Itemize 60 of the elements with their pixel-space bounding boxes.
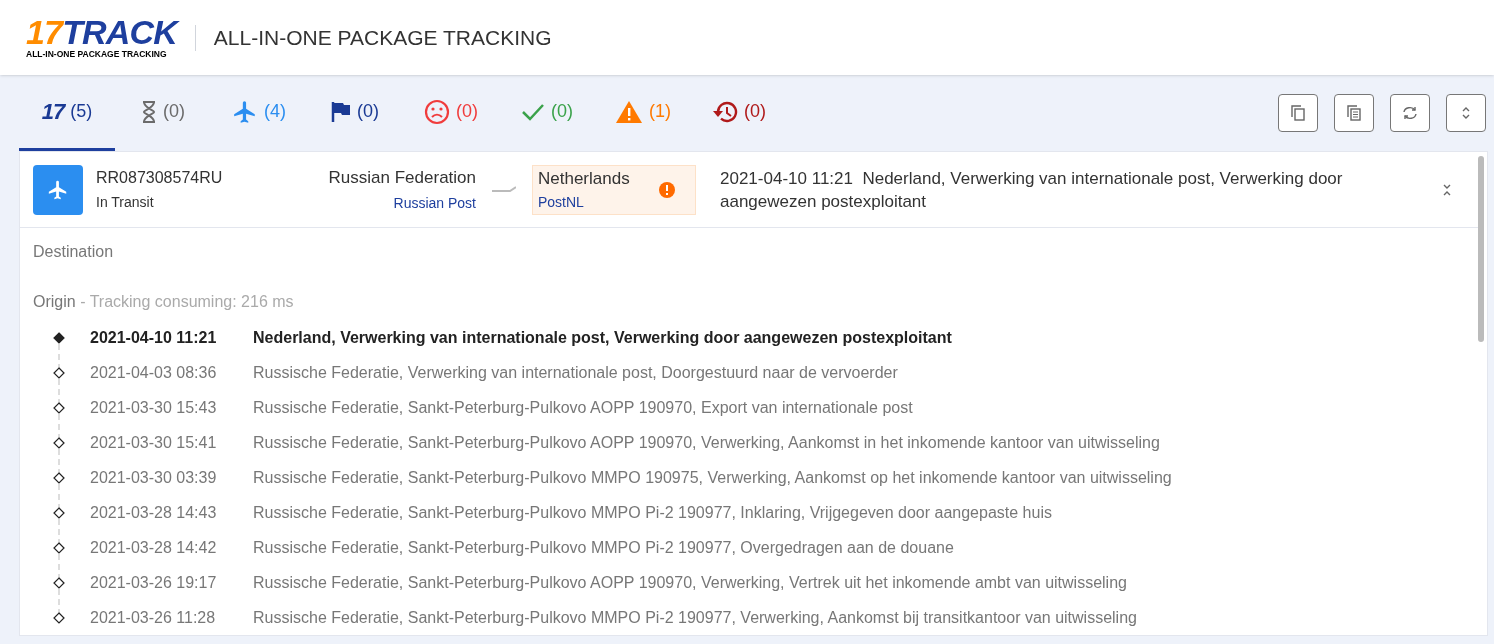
logo-tagline: ALL-IN-ONE PACKAGE TRACKING [26,49,167,59]
copy-list-icon [1347,105,1361,121]
event-time: 2021-03-30 15:43 [90,397,218,418]
tracking-number[interactable]: RR087308574RU [96,166,316,190]
event-description: Russische Federatie, Verwerking van internationale post, Doorgestuurd naar de vervoerder [253,362,898,383]
scrollbar[interactable] [1478,156,1484,342]
tab-count: (1) [649,100,671,123]
tab-count: (0) [551,100,573,123]
event-time: 2021-03-30 15:41 [90,432,218,453]
copy-list-button[interactable] [1334,94,1374,132]
tab-count: (0) [163,100,185,123]
status-text: In Transit [96,193,155,212]
event-description: Russische Federatie, Sankt-Peterburg-Pulkovo AOPP 190970, Verwerking, Vertrek uit het inkomende ambt van uitwisseling [253,572,1127,593]
logo-icon: 17 [41,95,65,128]
event-description: Russische Federatie, Sankt-Peterburg-Pulkovo AOPP 190970, Verwerking, Aankomst in het inkomende kantoor van uitwisseling [253,432,1160,453]
event-time: 2021-03-30 03:39 [90,467,218,488]
latest-event: 2021-04-10 11:21 Nederland, Verwerking van internationale post, Verwerking door aangewezen postexploitant [720,167,1344,213]
flag-icon [331,100,351,123]
copy-icon [1291,105,1305,121]
event-description: Nederland, Verwerking van internationale post, Verwerking door aangewezen postexploitant [253,327,952,348]
tab-count: (0) [456,100,478,123]
filter-tab[interactable]: (0) [115,75,211,151]
page-title: ALL-IN-ONE PACKAGE TRACKING [213,24,552,51]
event-time: 2021-03-28 14:42 [90,537,218,558]
hourglass-icon [141,100,157,123]
destination-country: Netherlands [538,168,631,191]
sad-face-icon [424,98,450,125]
event-description: Russische Federatie, Sankt-Peterburg-Pulkovo MMPO Pi-2 190977, Verwerking, Aankomst bij transitkantoor van uitwisseling [253,607,1137,628]
event-time: 2021-04-03 08:36 [90,362,218,383]
destination-carrier[interactable]: PostNL [538,191,659,213]
origin-carrier[interactable]: Russian Post [393,192,476,214]
event-time: 2021-03-26 19:17 [90,572,218,593]
event-description: Russische Federatie, Sankt-Peterburg-Pulkovo MMPO Pi-2 190977, Overgedragen aan de douane [253,537,954,558]
tab-count: (5) [70,100,93,123]
collapse-icon[interactable] [1442,182,1452,197]
history-icon [712,99,738,124]
filter-tab[interactable]: (0) [691,75,787,151]
event-description: Russische Federatie, Sankt-Peterburg-Pulkovo MMPO 190975, Verwerking, Aankomst op het inkomende kantoor van uitwisseling [253,467,1172,488]
event-time: 2021-03-28 14:43 [90,502,218,523]
event-time: 2021-04-10 11:21 [90,327,218,348]
origin-country: Russian Federation [328,167,476,190]
expand-icon [1461,106,1471,120]
event-description: Russische Federatie, Sankt-Peterburg-Pulkovo MMPO Pi-2 190977, Inklaring, Vrijgegeven door aangepaste huis [253,502,1052,523]
event-description: Russische Federatie, Sankt-Peterburg-Pulkovo AOPP 190970, Export van internationale post [253,397,913,418]
warning-icon [615,99,643,124]
tab-count: (4) [264,100,286,123]
event-time: 2021-03-26 11:28 [90,607,217,628]
filter-tab[interactable]: (0) [403,75,499,151]
origin-label: Origin [33,293,76,310]
tab-count: (0) [744,100,766,123]
copy-button[interactable] [1278,94,1318,132]
refresh-icon [1402,106,1418,120]
filter-tab[interactable]: (0) [307,75,403,151]
tab-count: (0) [357,100,379,123]
airplane-icon [47,178,69,201]
destination-label: Destination [33,242,115,262]
refresh-button[interactable] [1390,94,1430,132]
tracking-time-note: - Tracking consuming: 216 ms [80,293,294,310]
airplane-icon [232,98,258,125]
expand-button[interactable] [1446,94,1486,132]
